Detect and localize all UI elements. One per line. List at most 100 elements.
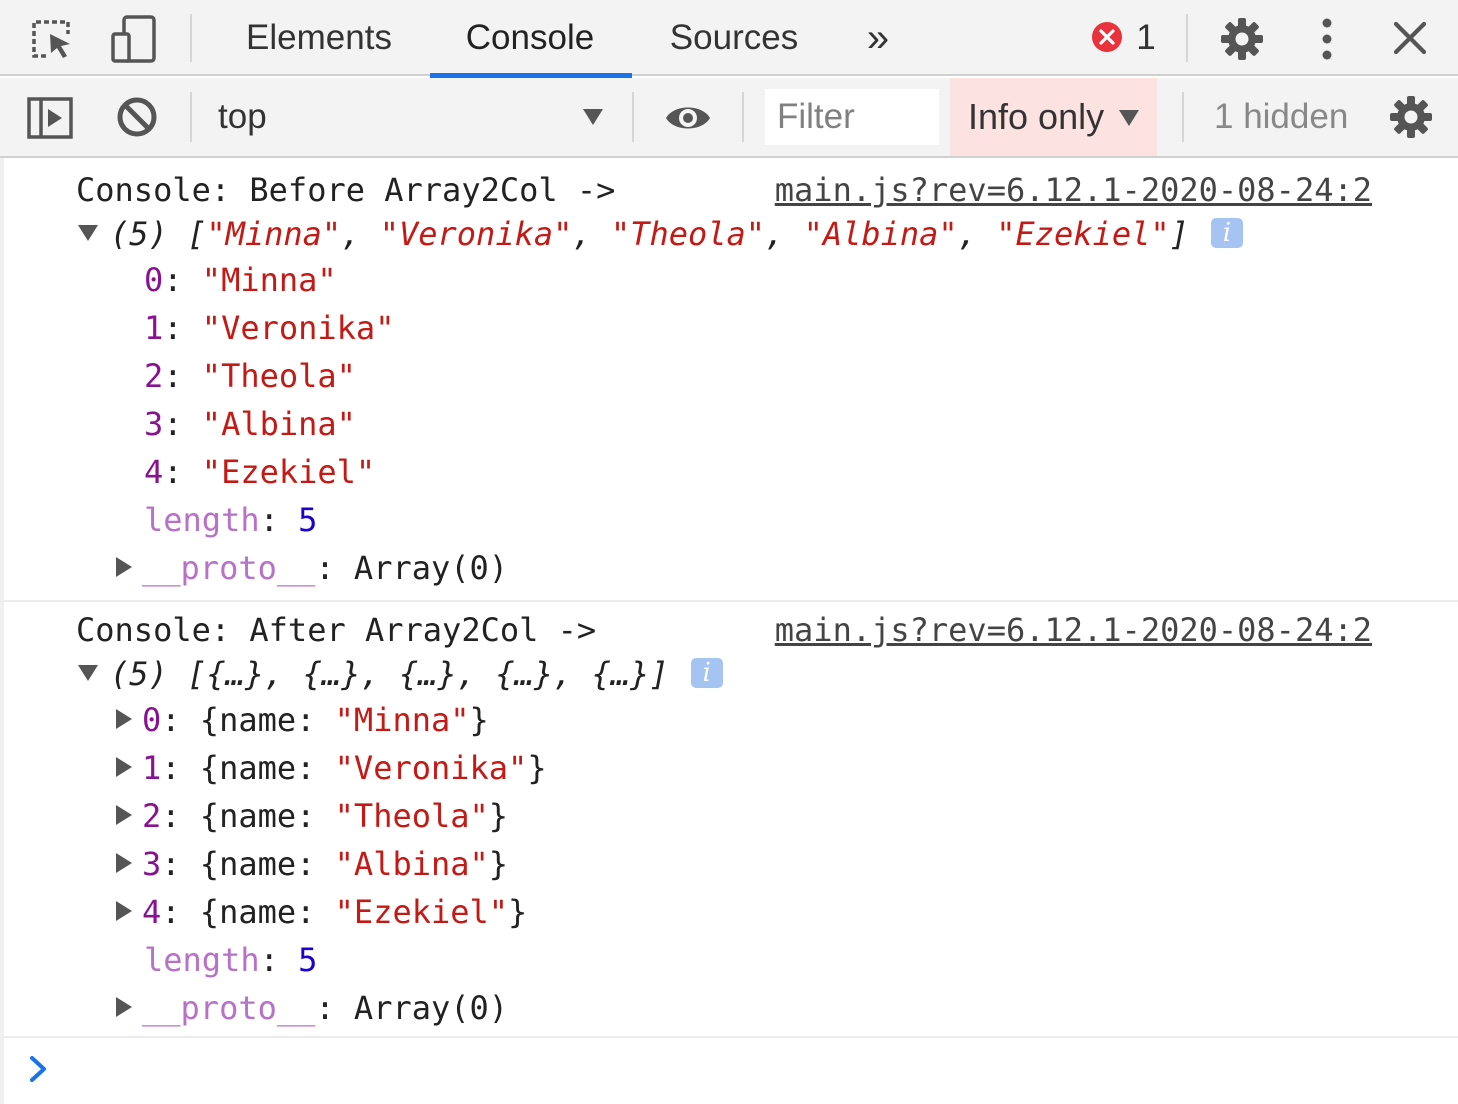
tab-console[interactable]: Console <box>440 0 620 76</box>
array-count: (5) <box>110 215 168 253</box>
dropdown-arrow-icon <box>1118 109 1140 132</box>
array-entry: 2: "Theola" <box>144 357 356 395</box>
console-prompt-input[interactable] <box>60 1044 1440 1096</box>
tab-divider <box>1186 14 1188 62</box>
log-label: Console: Before Array2Col -> <box>76 171 616 209</box>
context-selector[interactable]: top <box>190 78 630 156</box>
entry-prop: name <box>219 845 297 883</box>
expand-triangle-icon[interactable] <box>116 757 132 777</box>
array-count: (5) <box>110 655 168 693</box>
toolbar-divider <box>632 92 634 142</box>
log-label: Console: After Array2Col -> <box>76 611 597 649</box>
proto-value: Array(0) <box>353 989 509 1027</box>
entry-index: 2 <box>144 357 164 395</box>
hidden-messages-count: 1 hidden <box>1214 97 1349 136</box>
expand-triangle-icon[interactable] <box>116 557 132 577</box>
entry-value: "Minna" <box>334 701 470 739</box>
console-toolbar: top Info only 1 hidden <box>0 78 1458 158</box>
entry-index: 0 <box>142 701 162 739</box>
length-property: length: 5 <box>144 941 318 979</box>
proto-property[interactable]: __proto__: Array(0) <box>116 984 508 1032</box>
filter-input[interactable] <box>765 89 939 145</box>
eye-icon[interactable] <box>664 102 712 139</box>
toolbar-divider <box>1182 92 1184 142</box>
preview-item: Minna <box>225 215 322 253</box>
close-icon[interactable] <box>1392 20 1428 61</box>
entry-value: "Minna" <box>201 261 337 299</box>
expand-triangle-icon[interactable] <box>116 709 132 729</box>
length-key: length <box>144 941 260 979</box>
entry-value: "Ezekiel" <box>334 893 509 931</box>
entry-value: "Ezekiel" <box>201 453 376 491</box>
array-preview[interactable]: (5) ["Minna", "Veronika", "Theola", "Alb… <box>78 210 1243 258</box>
devtools-tab-bar: Elements Console Sources » 1 <box>0 0 1458 78</box>
proto-property[interactable]: __proto__: Array(0) <box>116 544 508 592</box>
expand-triangle-icon[interactable] <box>116 997 132 1017</box>
array-preview[interactable]: (5) [{…}, {…}, {…}, {…}, {…}] i <box>78 650 723 698</box>
expand-triangle-icon[interactable] <box>116 901 132 921</box>
preview-item: Ezekiel <box>1015 215 1151 253</box>
entry-index: 2 <box>142 797 162 835</box>
error-count[interactable]: 1 <box>1132 0 1160 76</box>
expand-triangle-icon[interactable] <box>78 225 98 241</box>
length-property: length: 5 <box>144 501 318 539</box>
preview-item: Veronika <box>398 215 554 253</box>
source-link[interactable]: main.js?rev=6.12.1-2020-08-24:2 <box>775 606 1372 654</box>
gear-icon[interactable] <box>1219 16 1265 67</box>
length-key: length <box>144 501 260 539</box>
proto-key: __proto__ <box>142 549 316 587</box>
kebab-menu-icon[interactable] <box>1318 16 1336 67</box>
clear-icon[interactable] <box>116 96 158 143</box>
entry-prop: name <box>219 797 297 835</box>
sidebar-toggle-icon[interactable] <box>26 96 74 145</box>
entry-prop: name <box>219 749 297 787</box>
entry-index: 4 <box>144 453 164 491</box>
info-icon[interactable]: i <box>1210 218 1243 248</box>
array-entry: 3: "Albina" <box>144 405 356 443</box>
message-divider <box>0 600 1458 602</box>
entry-index: 1 <box>144 309 164 347</box>
entry-index: 4 <box>142 893 162 931</box>
tab-divider <box>190 14 192 62</box>
preview-text: [{…}, {…}, {…}, {…}, {…}] <box>187 655 669 693</box>
source-link[interactable]: main.js?rev=6.12.1-2020-08-24:2 <box>775 166 1372 214</box>
proto-key: __proto__ <box>142 989 316 1027</box>
array-entry: 0: "Minna" <box>144 261 337 299</box>
more-tabs-button[interactable]: » <box>856 0 900 76</box>
array-entry[interactable]: 3: {name: "Albina"} <box>116 840 508 888</box>
entry-value: "Albina" <box>334 845 489 883</box>
array-entry: 1: "Veronika" <box>144 309 395 347</box>
tab-sources[interactable]: Sources <box>660 0 808 76</box>
length-value: 5 <box>298 501 318 539</box>
log-levels-label: Info only <box>968 96 1105 137</box>
array-entry: 4: "Ezekiel" <box>144 453 376 491</box>
entry-value: "Theola" <box>201 357 356 395</box>
entry-prop: name <box>219 893 297 931</box>
entry-value: "Theola" <box>334 797 489 835</box>
context-selector-value: top <box>218 97 267 136</box>
entry-value: "Veronika" <box>334 749 528 787</box>
inspect-icon[interactable] <box>30 18 76 65</box>
expand-triangle-icon[interactable] <box>116 805 132 825</box>
preview-item: Albina <box>822 215 939 253</box>
length-value: 5 <box>298 941 318 979</box>
expand-triangle-icon[interactable] <box>116 853 132 873</box>
array-entry[interactable]: 2: {name: "Theola"} <box>116 792 508 840</box>
device-toolbar-icon[interactable] <box>110 14 158 69</box>
dropdown-arrow-icon <box>582 108 604 131</box>
proto-value: Array(0) <box>353 549 509 587</box>
entry-index: 3 <box>144 405 164 443</box>
info-icon[interactable]: i <box>690 658 723 688</box>
message-divider <box>0 1036 1458 1038</box>
error-icon[interactable] <box>1091 21 1123 58</box>
entry-index: 1 <box>142 749 162 787</box>
console-gutter <box>0 158 4 1104</box>
expand-triangle-icon[interactable] <box>78 665 98 681</box>
entry-index: 3 <box>142 845 162 883</box>
array-entry[interactable]: 0: {name: "Minna"} <box>116 696 489 744</box>
array-entry[interactable]: 4: {name: "Ezekiel"} <box>116 888 527 936</box>
gear-icon[interactable] <box>1388 94 1434 145</box>
array-entry[interactable]: 1: {name: "Veronika"} <box>116 744 547 792</box>
log-levels-dropdown[interactable]: Info only <box>950 78 1157 156</box>
tab-elements[interactable]: Elements <box>236 0 402 76</box>
